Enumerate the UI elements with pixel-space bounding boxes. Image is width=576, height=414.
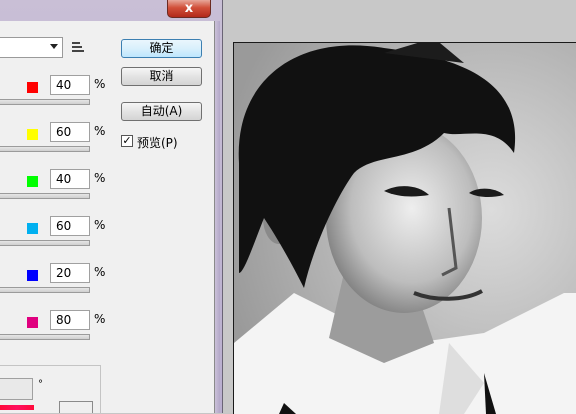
green-slider[interactable]: [0, 193, 90, 199]
channel-row-green: 40 %: [0, 169, 214, 223]
degree-label: °: [38, 379, 43, 390]
preset-options-icon[interactable]: [72, 40, 86, 54]
percent-label: %: [94, 312, 106, 326]
channel-row-yellow: 60 %: [0, 122, 214, 176]
preview-checkbox[interactable]: ✓: [121, 135, 133, 147]
cyan-slider[interactable]: [0, 240, 90, 246]
blue-swatch: [27, 270, 38, 281]
red-slider[interactable]: [0, 99, 90, 105]
percent-label: %: [94, 171, 106, 185]
green-swatch: [27, 176, 38, 187]
percent-label: %: [94, 124, 106, 138]
channel-row-blue: 20 %: [0, 263, 214, 317]
cyan-swatch: [27, 223, 38, 234]
red-value-input[interactable]: 40: [50, 75, 90, 95]
hue-slider[interactable]: [0, 405, 34, 410]
canvas-photo[interactable]: [233, 42, 576, 414]
green-value-input[interactable]: 40: [50, 169, 90, 189]
blue-slider[interactable]: [0, 287, 90, 293]
magenta-slider[interactable]: [0, 334, 90, 340]
channel-row-magenta: 80 %: [0, 310, 214, 364]
percent-label: %: [94, 265, 106, 279]
preview-label[interactable]: 预览(P): [137, 134, 178, 151]
percent-label: %: [94, 77, 106, 91]
yellow-value-input[interactable]: 60: [50, 122, 90, 142]
cancel-button[interactable]: 取消: [121, 67, 202, 86]
chevron-down-icon[interactable]: [50, 44, 58, 49]
yellow-slider[interactable]: [0, 146, 90, 152]
blue-value-input[interactable]: 20: [50, 263, 90, 283]
preset-select[interactable]: [0, 37, 63, 58]
ok-button[interactable]: 确定: [121, 39, 202, 58]
percent-label: %: [94, 218, 106, 232]
channel-row-cyan: 60 %: [0, 216, 214, 270]
hue-input[interactable]: [0, 378, 33, 400]
red-swatch: [27, 82, 38, 93]
magenta-value-input[interactable]: 80: [50, 310, 90, 330]
tint-color-swatch[interactable]: [59, 401, 93, 413]
yellow-swatch: [27, 129, 38, 140]
auto-button[interactable]: 自动(A): [121, 102, 202, 121]
close-button[interactable]: x: [167, 0, 211, 18]
magenta-swatch: [27, 317, 38, 328]
checkmark-icon: ✓: [122, 134, 132, 147]
cyan-value-input[interactable]: 60: [50, 216, 90, 236]
